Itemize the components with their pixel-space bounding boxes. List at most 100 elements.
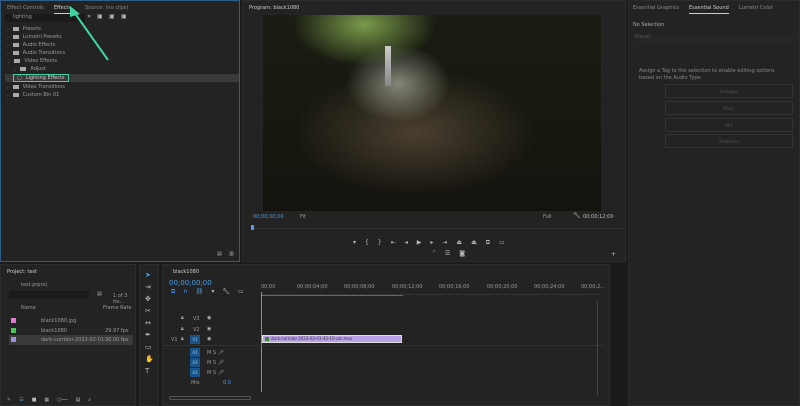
tree-item-custom-bin[interactable]: › Custom Bin 01 (7, 91, 59, 99)
tree-item-video-transitions[interactable]: › Video Transitions (7, 83, 65, 91)
slip-tool-icon[interactable]: ↔ (145, 319, 154, 327)
selection-tool-icon[interactable]: ➤ (145, 271, 154, 279)
eye-icon[interactable]: ◉ (207, 336, 211, 342)
mark-in-icon[interactable]: { (365, 239, 369, 247)
preset-dropdown[interactable]: Preset (633, 34, 798, 42)
track-target-a1[interactable]: A1 (190, 348, 200, 357)
camera-icon[interactable]: ◙ (459, 250, 465, 257)
tab-essential-sound[interactable]: Essential Sound (689, 5, 729, 14)
project-panel: Project: test test.prproj ▤ 1 of 3 ite..… (0, 264, 136, 406)
sequence-tab[interactable]: black1080 (173, 269, 199, 275)
horizontal-zoom-scrollbar[interactable] (169, 396, 251, 400)
fx-badge (265, 337, 269, 341)
export-frame-icon[interactable]: ⧉ (486, 239, 490, 247)
column-name[interactable]: Name (21, 305, 36, 311)
step-forward-icon[interactable]: ▸ (430, 239, 433, 247)
eye-icon[interactable]: ◉ (207, 315, 211, 321)
effect-icon: ▢ (17, 75, 22, 81)
project-item[interactable]: black1080 29.97 fps (9, 326, 131, 335)
eye-icon[interactable]: ◉ (207, 326, 211, 332)
fit-dropdown[interactable]: Fit (300, 214, 306, 220)
lift-icon[interactable]: ⏏ (456, 239, 462, 247)
project-item[interactable]: dark-corridor-2023-02-01-... 30.00 fps (9, 335, 133, 345)
zoom-slider[interactable]: ○── (57, 397, 67, 403)
program-monitor: Program: black1080 00;00;00;00 Fit Full … (242, 0, 626, 262)
project-file: test.prproj (21, 282, 47, 288)
time-ruler[interactable]: 00;00 00;00;04;00 00;00;08;00 00;00;12;0… (261, 281, 605, 295)
lock-icon[interactable]: 🔒︎ (181, 336, 184, 342)
new-bin-icon[interactable]: ▤ (217, 251, 222, 257)
multicam-icon[interactable]: ☰ (445, 250, 450, 257)
mix-label: Mix (191, 380, 200, 386)
captions-icon[interactable]: ▭ (238, 288, 244, 296)
project-search-input[interactable] (9, 291, 89, 299)
rectangle-tool-icon[interactable]: ▭ (145, 343, 154, 351)
project-title: Project: test (7, 269, 37, 275)
essential-sound-panel: Essential Graphics Essential Sound Lumet… (628, 0, 800, 406)
play-icon[interactable]: ▶ (417, 239, 422, 247)
icon-view-icon[interactable]: ■ (32, 397, 37, 403)
list-view-icon[interactable]: ☰ (19, 397, 23, 403)
playhead-timecode[interactable]: 00;00;00;00 (253, 214, 284, 220)
go-to-out-icon[interactable]: ⇥ (442, 239, 447, 247)
dialogue-button[interactable]: Dialogue (665, 84, 793, 98)
video-clip[interactable]: dark-corridor-2023-02-01-43-10-utc.mov (262, 335, 402, 343)
track-target-a3[interactable]: A3 (190, 368, 200, 377)
razor-icon[interactable]: ✂ (145, 307, 154, 315)
add-marker-icon[interactable]: ▾ (353, 239, 356, 247)
mix-value[interactable]: 0.0 (223, 380, 231, 386)
type-tool-icon[interactable]: T (145, 367, 154, 375)
assign-tag-message: Assign a Tag to the selection to enable … (639, 68, 775, 81)
hand-tool-icon[interactable]: ✋ (145, 355, 154, 363)
timeline-settings-icon[interactable]: 🔧︎ (222, 288, 230, 296)
selection-label: No Selection (633, 22, 665, 28)
column-frame-rate[interactable]: Frame Rate (103, 305, 132, 311)
nest-icon[interactable]: ⧉ (171, 288, 175, 296)
track-target-a2[interactable]: A2 (190, 358, 200, 367)
add-marker-icon[interactable]: ▾ (211, 288, 214, 296)
project-item[interactable]: black1080.jpg (9, 316, 131, 325)
new-bin-icon[interactable]: ▤ (97, 291, 102, 297)
track-select-icon[interactable]: ⇥ (145, 283, 154, 291)
quality-dropdown[interactable]: Full (543, 214, 552, 220)
timeline-panel: black1080 00;00;00;00 ⧉ ∩ ⛓ ▾ 🔧︎ ▭ 00;00 00;0… (162, 264, 610, 406)
tools-panel: ➤ ⇥ ✥ ✂ ↔ ✒ ▭ ✋ T (139, 264, 159, 406)
linked-selection-icon[interactable]: ⛓ (196, 288, 204, 296)
pen-tool-icon[interactable]: ✒ (145, 331, 154, 339)
ambience-button[interactable]: Ambience (665, 134, 793, 148)
mark-out-icon[interactable]: } (378, 239, 382, 247)
program-title: Program: black1080 (249, 5, 300, 11)
go-to-in-icon[interactable]: ⇤ (391, 239, 396, 247)
freeform-view-icon[interactable]: ▦ (44, 397, 49, 403)
mute-solo-mic[interactable]: M S 🎤︎ (207, 370, 224, 376)
ripple-edit-icon[interactable]: ✥ (145, 295, 154, 303)
transport-controls: ▾ {} ⇤ ◂ ▶ ▸ ⇥ ⏏ ⏏ ⧉ ▭ (353, 239, 505, 247)
step-back-icon[interactable]: ◂ (405, 239, 408, 247)
tab-essential-graphics[interactable]: Essential Graphics (633, 5, 679, 11)
delete-icon[interactable]: ▥ (229, 251, 234, 257)
playhead-marker[interactable] (251, 225, 254, 230)
find-icon[interactable]: ⌕ (88, 397, 91, 403)
pencil-icon[interactable]: ✎ (7, 397, 11, 403)
lock-icon[interactable]: 🔒︎ (181, 326, 184, 332)
timeline-timecode[interactable]: 00;00;00;00 (169, 279, 212, 287)
monitor-scrubber[interactable] (253, 228, 623, 232)
source-patch[interactable]: V1 (171, 337, 178, 343)
tree-item-lighting-effects[interactable]: ▢ Lighting Effects (13, 74, 69, 82)
add-button-icon[interactable]: + (611, 251, 616, 258)
new-item-icon[interactable]: ▤ (76, 397, 81, 403)
safe-margins-icon[interactable]: ▭ (499, 239, 505, 247)
comparison-view-icon[interactable]: ⌜ (433, 250, 436, 257)
vertical-scrollbar[interactable] (597, 301, 600, 396)
track-target-v1[interactable]: V1 (190, 335, 200, 344)
extract-icon[interactable]: ⏏ (471, 239, 477, 247)
settings-wrench-icon[interactable]: 🔧︎ (573, 212, 581, 219)
tab-lumetri-color[interactable]: Lumetri Color (739, 5, 773, 11)
lock-icon[interactable]: 🔒︎ (181, 315, 184, 321)
mute-solo-mic[interactable]: M S 🎤︎ (207, 350, 224, 356)
snap-icon[interactable]: ∩ (183, 288, 187, 296)
mute-solo-mic[interactable]: M S 🎤︎ (207, 360, 224, 366)
sfx-button[interactable]: SFX (665, 118, 793, 132)
music-button[interactable]: Music (665, 101, 793, 115)
item-count: 1 of 3 ite... (113, 293, 128, 305)
